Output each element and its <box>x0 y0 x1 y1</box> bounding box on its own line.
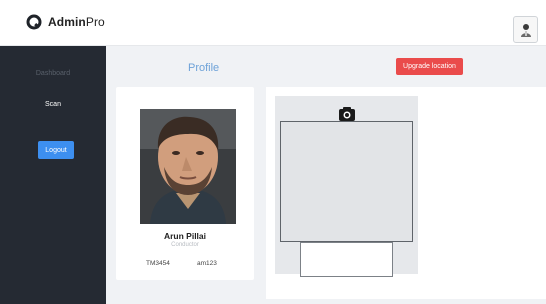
sidebar-item-dashboard[interactable]: Dashboard <box>0 70 106 77</box>
sidebar-item-scan[interactable]: Scan <box>0 101 106 108</box>
user-avatar-icon <box>520 23 531 37</box>
profile-role: Conductor <box>171 242 199 248</box>
brand-name: AdminPro <box>48 15 105 29</box>
profile-card: Arun Pillai Conductor TM3454 am123 <box>116 87 254 280</box>
upgrade-location-button[interactable]: Upgrade location <box>396 58 463 75</box>
sidebar: Dashboard Scan Logout <box>0 46 106 304</box>
page-title: Profile <box>188 62 220 74</box>
brand[interactable]: AdminPro <box>26 14 105 30</box>
top-navbar: AdminPro <box>0 0 546 46</box>
camera-icon[interactable] <box>339 107 355 121</box>
profile-id: TM3454 <box>146 260 170 267</box>
admin-logo-icon <box>26 14 42 30</box>
profile-name: Arun Pillai <box>163 231 207 241</box>
profile-photo <box>140 109 236 224</box>
user-avatar-button[interactable] <box>513 16 538 43</box>
profile-username: am123 <box>197 260 217 267</box>
logout-button[interactable]: Logout <box>38 141 74 159</box>
brand-name-bold: Admin <box>48 15 86 29</box>
scan-result-field[interactable] <box>300 242 393 277</box>
camera-preview <box>280 121 413 242</box>
brand-name-light: Pro <box>85 15 105 29</box>
